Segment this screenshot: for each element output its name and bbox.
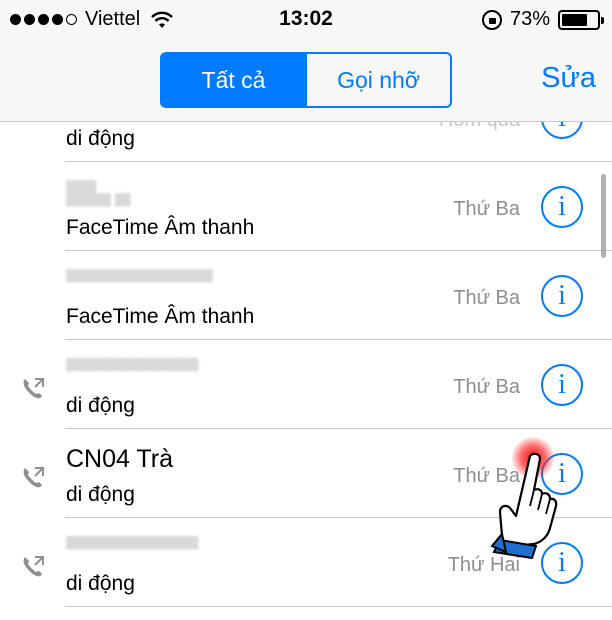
status-bar: Viettel 13:02 73% xyxy=(0,0,612,40)
navigation-bar: Tất cả Gọi nhỡ Sửa xyxy=(0,40,612,122)
caller-name-obscured: ██▄ ▄ xyxy=(66,180,130,205)
call-row[interactable]: ▀▀▀▀▀▀▀▀▀▀ FaceTime Âm thanh Thứ Ba i xyxy=(0,251,612,340)
battery-percent: 73% xyxy=(509,8,550,30)
edit-button[interactable]: Sửa xyxy=(541,62,596,95)
outgoing-call-icon xyxy=(23,556,44,577)
outgoing-call-icon xyxy=(23,378,44,399)
battery-icon xyxy=(558,9,604,30)
call-time: Thứ Ba xyxy=(453,198,520,220)
call-row[interactable]: ██▄ ▄ FaceTime Âm thanh Thứ Ba i xyxy=(0,162,612,251)
rotation-lock-icon xyxy=(481,9,502,30)
caller-name-obscured: ▀▀▀▀▀▀▀▀▀▀ xyxy=(66,269,213,294)
status-right: 73% xyxy=(481,8,604,31)
call-row[interactable]: ▀▀▀▀▀▀▀▀▀ di động Thứ Ba i xyxy=(0,340,612,429)
call-type: di động xyxy=(66,483,135,506)
carrier-label: Viettel xyxy=(85,8,141,30)
wifi-icon xyxy=(151,11,174,28)
row-divider xyxy=(65,606,612,607)
call-type: FaceTime Âm thanh xyxy=(66,305,255,328)
caller-name-obscured: ▀▀▀▀▀▀▀▀▀ xyxy=(66,536,198,561)
caller-name: CN04 Trà xyxy=(66,445,173,473)
call-type: FaceTime Âm thanh xyxy=(66,216,255,239)
call-type: di động xyxy=(66,572,135,595)
call-row[interactable]: di động Hôm qua i xyxy=(0,122,612,162)
call-type: di động xyxy=(66,127,135,150)
info-button-icon[interactable]: i xyxy=(541,122,583,139)
outgoing-call-icon xyxy=(23,467,44,488)
call-time: Thứ Ba xyxy=(453,376,520,398)
segment-missed[interactable]: Gọi nhỡ xyxy=(305,54,450,106)
call-time: Hôm qua xyxy=(439,122,520,132)
info-button-icon[interactable]: i xyxy=(541,364,583,406)
vertical-scrollbar[interactable] xyxy=(601,174,606,258)
call-filter-segmented-control: Tất cả Gọi nhỡ xyxy=(160,52,452,108)
pointing-hand-icon xyxy=(490,452,558,560)
segment-all[interactable]: Tất cả xyxy=(162,54,305,106)
battery-fill xyxy=(562,13,587,26)
signal-dots-icon xyxy=(10,14,77,25)
call-time: Thứ Ba xyxy=(453,287,520,309)
status-left: Viettel xyxy=(10,8,174,31)
info-button-icon[interactable]: i xyxy=(541,186,583,228)
call-type: di động xyxy=(66,394,135,417)
info-button-icon[interactable]: i xyxy=(541,275,583,317)
caller-name-obscured: ▀▀▀▀▀▀▀▀▀ xyxy=(66,358,198,383)
